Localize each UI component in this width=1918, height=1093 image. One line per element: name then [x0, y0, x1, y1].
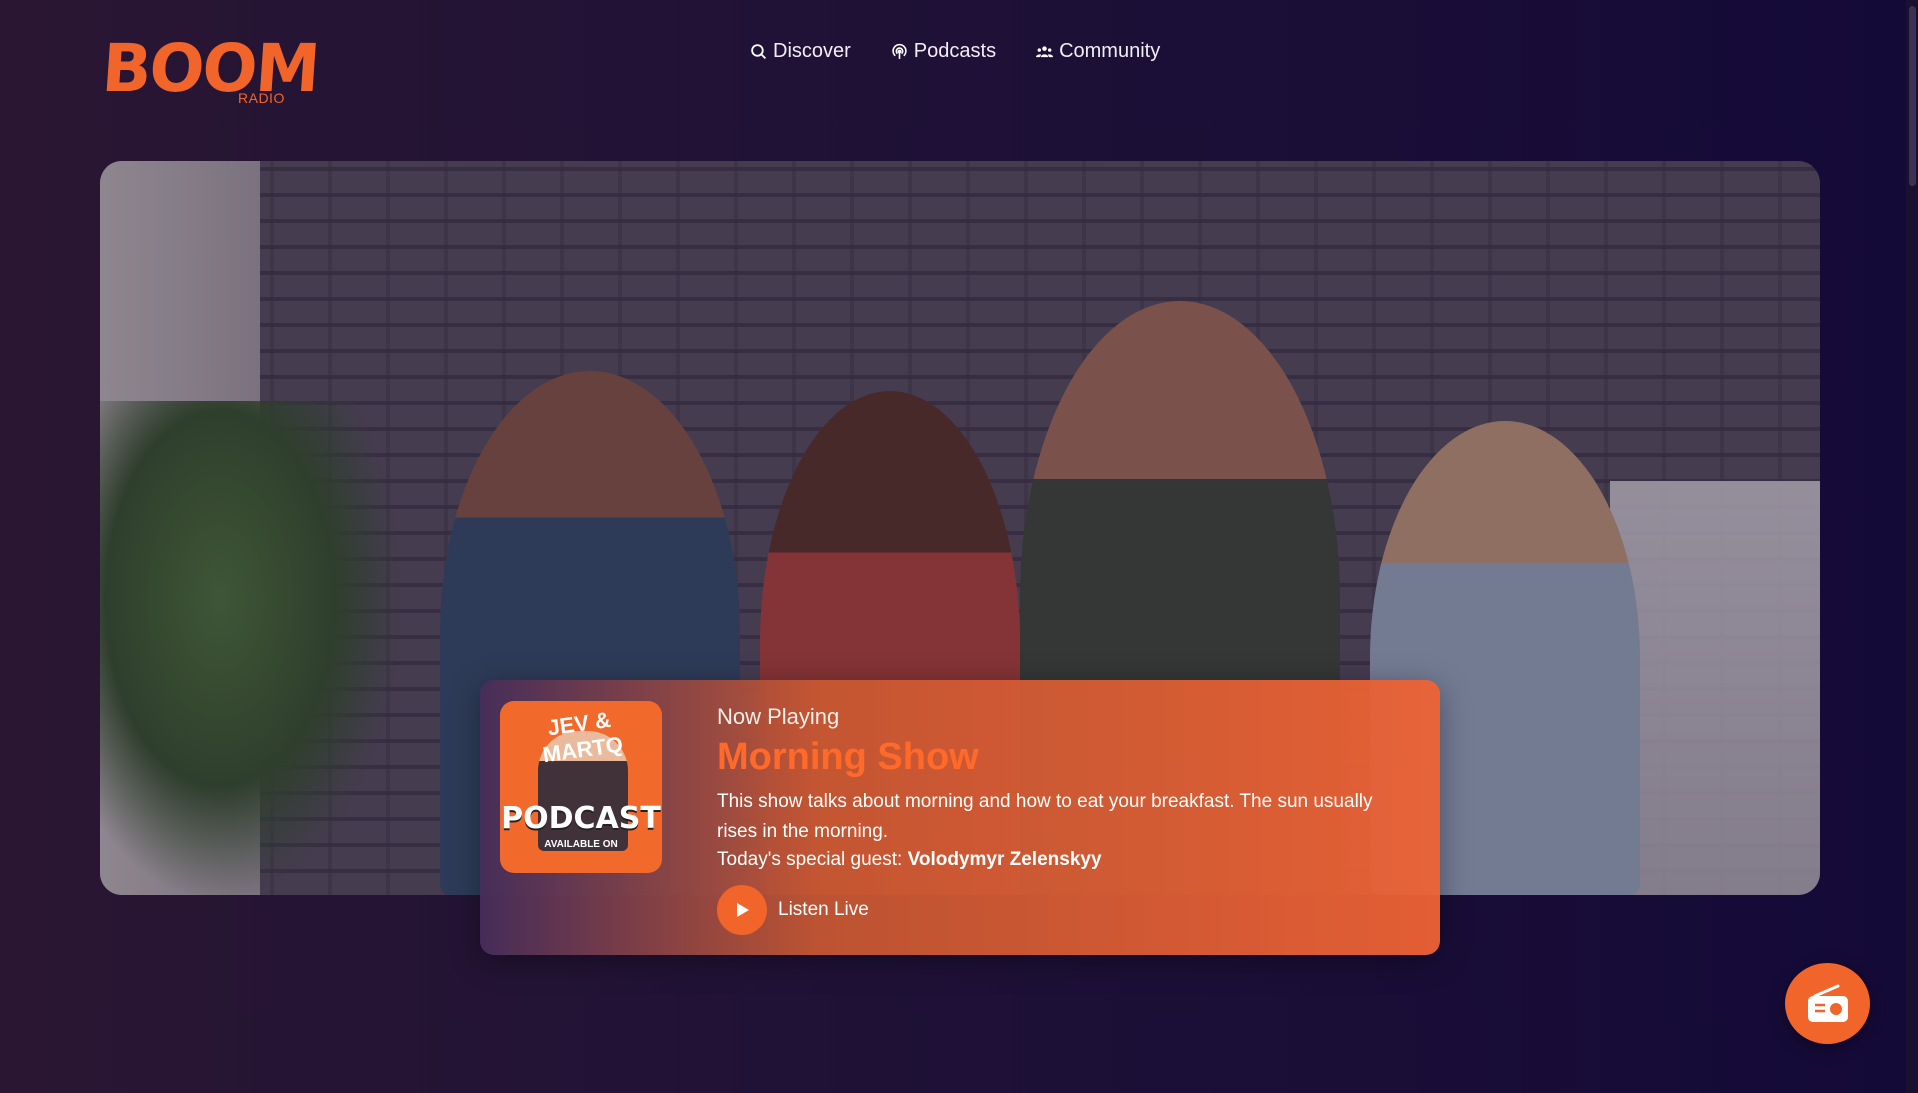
- now-playing-card: JEV & MARTQ PODCAST AVAILABLE ON Now Pla…: [480, 680, 1440, 955]
- now-playing-heading: Now Playing: [717, 704, 840, 729]
- listen-live-label: Listen Live: [778, 899, 869, 920]
- play-icon: [737, 903, 749, 917]
- podcast-icon: [892, 43, 907, 59]
- podcast-cover-art: JEV & MARTQ PODCAST AVAILABLE ON: [500, 701, 662, 873]
- nav-podcasts[interactable]: Podcasts: [891, 40, 996, 63]
- guest-name: Volodymyr Zelenskyy: [907, 849, 1102, 870]
- nav-community[interactable]: Community: [1036, 40, 1160, 63]
- show-title: Morning Show: [717, 736, 979, 778]
- cover-title: JEV & MARTQ: [541, 706, 625, 768]
- nav-community-label: Community: [1059, 40, 1161, 62]
- main-nav: Discover Podcasts Community: [750, 40, 1160, 63]
- cover-podcast-text: PODCAST: [501, 801, 661, 836]
- show-description: This show talks about morning and how to…: [717, 791, 1373, 842]
- scrollbar-thumb[interactable]: [1909, 6, 1916, 186]
- radio-player-button[interactable]: [1785, 963, 1870, 1044]
- radio-icon: [1807, 984, 1848, 1022]
- special-guest: Today's special guest: Volodymyr Zelensk…: [717, 849, 1417, 871]
- now-playing-info: Now Playing Morning Show This show talks…: [717, 704, 1417, 871]
- page-scrollbar[interactable]: [1906, 0, 1918, 1093]
- logo-subtext: RADIO: [238, 90, 285, 106]
- play-button[interactable]: [717, 885, 767, 935]
- nav-podcasts-label: Podcasts: [913, 40, 997, 62]
- cover-tagline: AVAILABLE ON: [544, 839, 618, 850]
- nav-discover[interactable]: Discover: [750, 40, 851, 63]
- guest-prefix: Today's special guest:: [717, 849, 903, 870]
- boom-radio-logo[interactable]: BOOM RADIO: [100, 30, 321, 111]
- logo-wordmark: BOOM: [99, 30, 321, 107]
- search-icon: [751, 44, 767, 60]
- nav-discover-label: Discover: [773, 40, 851, 62]
- community-icon: [1036, 46, 1054, 58]
- listen-live-button[interactable]: Listen Live: [717, 885, 869, 935]
